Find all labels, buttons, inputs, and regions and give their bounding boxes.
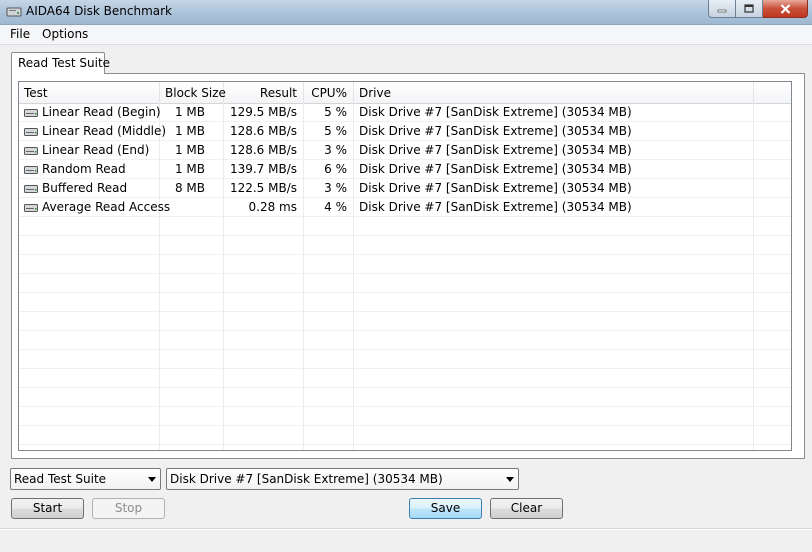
row-grid-line bbox=[19, 387, 791, 388]
cell-block-size: 1 MB bbox=[174, 162, 205, 176]
cell-drive: Disk Drive #7 [SanDisk Extreme] (30534 M… bbox=[359, 162, 632, 176]
window-controls bbox=[708, 0, 808, 18]
clear-button[interactable]: Clear bbox=[490, 498, 563, 519]
table-row[interactable]: Linear Read (Middle) 1 MB 128.6 MB/s 5 %… bbox=[19, 122, 791, 141]
maximize-button[interactable] bbox=[736, 0, 763, 18]
cell-drive: Disk Drive #7 [SanDisk Extreme] (30534 M… bbox=[359, 181, 632, 195]
row-grid-line bbox=[19, 349, 791, 350]
cell-test: Random Read bbox=[42, 162, 126, 176]
row-grid-line bbox=[19, 273, 791, 274]
cell-test: Linear Read (Middle) bbox=[42, 124, 167, 138]
row-grid-line bbox=[19, 254, 791, 255]
cell-drive: Disk Drive #7 [SanDisk Extreme] (30534 M… bbox=[359, 124, 632, 138]
cell-drive: Disk Drive #7 [SanDisk Extreme] (30534 M… bbox=[359, 143, 632, 157]
cell-result: 128.6 MB/s bbox=[229, 143, 297, 157]
hard-disk-icon bbox=[24, 204, 38, 212]
tab-read-test-suite[interactable]: Read Test Suite bbox=[11, 52, 110, 74]
menu-options[interactable]: Options bbox=[42, 27, 88, 41]
table-row[interactable]: Buffered Read 8 MB 122.5 MB/s 3 % Disk D… bbox=[19, 179, 791, 198]
cell-test: Average Read Access bbox=[42, 200, 171, 214]
cell-cpu: 3 % bbox=[324, 143, 347, 157]
cell-cpu: 5 % bbox=[324, 124, 347, 138]
row-grid-line bbox=[19, 425, 791, 426]
cell-result: 122.5 MB/s bbox=[229, 181, 297, 195]
column-header-filler bbox=[754, 82, 791, 103]
drive-select-value: Disk Drive #7 [SanDisk Extreme] (30534 M… bbox=[170, 472, 443, 486]
table-body: Linear Read (Begin) 1 MB 129.5 MB/s 5 % … bbox=[19, 103, 791, 450]
table-header: Test Block Size Result CPU% Drive bbox=[19, 82, 791, 104]
cell-cpu: 4 % bbox=[324, 200, 347, 214]
row-grid-line bbox=[19, 235, 791, 236]
hard-disk-icon bbox=[24, 147, 38, 155]
hard-disk-icon bbox=[24, 128, 38, 136]
disk-benchmark-icon bbox=[6, 7, 22, 17]
table-row[interactable]: Average Read Access 0.28 ms 4 % Disk Dri… bbox=[19, 198, 791, 217]
row-grid-line bbox=[19, 444, 791, 445]
column-header-result[interactable]: Result bbox=[224, 82, 304, 103]
row-grid-line bbox=[19, 406, 791, 407]
column-header-test[interactable]: Test bbox=[19, 82, 160, 103]
cell-drive: Disk Drive #7 [SanDisk Extreme] (30534 M… bbox=[359, 200, 632, 214]
close-icon bbox=[780, 3, 790, 14]
status-divider bbox=[0, 529, 812, 530]
save-button[interactable]: Save bbox=[409, 498, 482, 519]
status-bar bbox=[0, 528, 812, 552]
cell-block-size: 8 MB bbox=[174, 181, 205, 195]
cell-result: 128.6 MB/s bbox=[229, 124, 297, 138]
suite-select[interactable]: Read Test Suite bbox=[10, 468, 161, 490]
column-header-drive[interactable]: Drive bbox=[354, 82, 754, 103]
chevron-down-icon bbox=[506, 477, 514, 482]
cell-block-size: 1 MB bbox=[174, 105, 205, 119]
column-header-block-size[interactable]: Block Size bbox=[160, 82, 226, 103]
cell-cpu: 3 % bbox=[324, 181, 347, 195]
cell-result: 129.5 MB/s bbox=[229, 105, 297, 119]
cell-block-size: 1 MB bbox=[174, 124, 205, 138]
menu-file[interactable]: File bbox=[10, 27, 30, 41]
title-bar[interactable]: AIDA64 Disk Benchmark bbox=[0, 0, 812, 25]
cell-cpu: 6 % bbox=[324, 162, 347, 176]
cell-result: 0.28 ms bbox=[248, 200, 297, 214]
chevron-down-icon bbox=[148, 477, 156, 482]
drive-select[interactable]: Disk Drive #7 [SanDisk Extreme] (30534 M… bbox=[166, 468, 519, 490]
cell-test: Linear Read (Begin) bbox=[42, 105, 161, 119]
column-header-cpu[interactable]: CPU% bbox=[304, 82, 354, 103]
table-row[interactable]: Linear Read (End) 1 MB 128.6 MB/s 3 % Di… bbox=[19, 141, 791, 160]
maximize-icon bbox=[744, 4, 754, 13]
cell-drive: Disk Drive #7 [SanDisk Extreme] (30534 M… bbox=[359, 105, 632, 119]
menu-bar: File Options bbox=[0, 25, 812, 45]
row-grid-line bbox=[19, 292, 791, 293]
close-button[interactable] bbox=[763, 0, 808, 18]
start-button[interactable]: Start bbox=[11, 498, 84, 519]
row-grid-line bbox=[19, 368, 791, 369]
row-grid-line bbox=[19, 311, 791, 312]
row-grid-line bbox=[19, 330, 791, 331]
cell-test: Buffered Read bbox=[42, 181, 128, 195]
stop-button[interactable]: Stop bbox=[92, 498, 165, 519]
cell-result: 139.7 MB/s bbox=[229, 162, 297, 176]
cell-block-size: 1 MB bbox=[174, 143, 205, 157]
app-window: AIDA64 Disk Benchmark File Options Read … bbox=[0, 0, 812, 552]
table-row[interactable]: Linear Read (Begin) 1 MB 129.5 MB/s 5 % … bbox=[19, 103, 791, 122]
hard-disk-icon bbox=[24, 109, 38, 117]
table-row[interactable]: Random Read 1 MB 139.7 MB/s 6 % Disk Dri… bbox=[19, 160, 791, 179]
hard-disk-icon bbox=[24, 166, 38, 174]
cell-cpu: 5 % bbox=[324, 105, 347, 119]
minimize-icon bbox=[717, 9, 727, 12]
hard-disk-icon bbox=[24, 185, 38, 193]
cell-test: Linear Read (End) bbox=[42, 143, 150, 157]
results-table[interactable]: Test Block Size Result CPU% Drive Linear… bbox=[18, 81, 792, 451]
window-title: AIDA64 Disk Benchmark bbox=[26, 4, 173, 18]
suite-select-value: Read Test Suite bbox=[14, 472, 107, 486]
minimize-button[interactable] bbox=[708, 0, 736, 18]
tab-label: Read Test Suite bbox=[18, 56, 111, 70]
